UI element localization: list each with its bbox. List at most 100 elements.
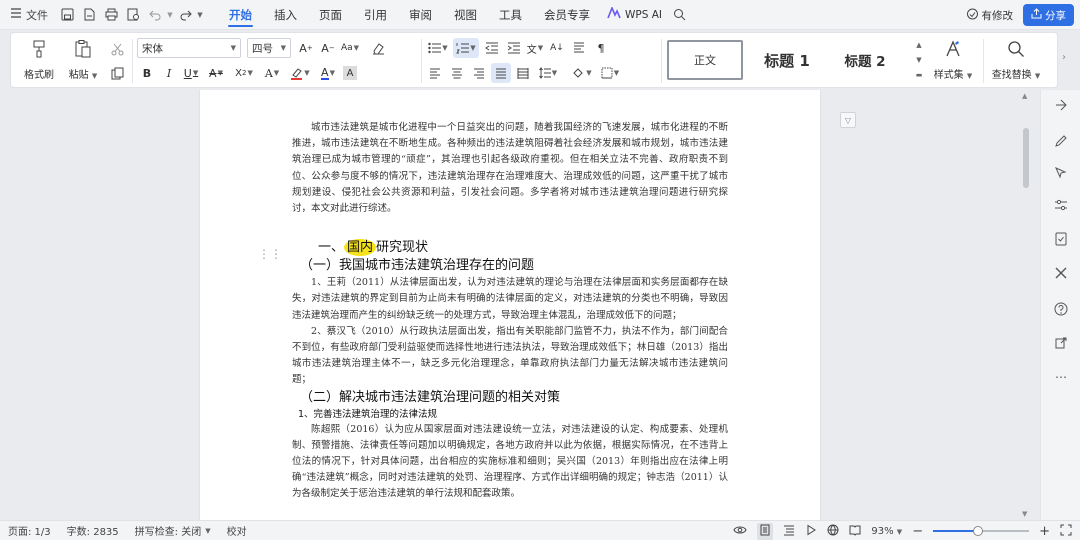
tab-insert[interactable]: 插入 (263, 0, 308, 30)
zoom-level[interactable]: 93% ▼ (871, 526, 902, 537)
more-options-icon[interactable]: ⋯ (1050, 366, 1072, 388)
export-pdf-icon[interactable] (78, 4, 100, 26)
align-left-icon[interactable] (425, 63, 445, 83)
web-view-icon[interactable] (827, 524, 839, 539)
play-icon[interactable] (805, 524, 817, 539)
shading-icon[interactable]: ▼ (569, 63, 595, 83)
style-normal[interactable]: 正文 (667, 40, 743, 80)
page-count[interactable]: 页面: 1/3 (0, 523, 59, 538)
edit-pen-icon[interactable] (1050, 130, 1072, 152)
revision-button[interactable]: 有修改 (962, 4, 1018, 26)
proofread[interactable]: 校对 (219, 523, 255, 538)
vertical-scrollbar[interactable]: ▲ ▼ (1020, 90, 1034, 520)
file-menu-label: 文件 (26, 8, 48, 22)
tab-member[interactable]: 会员专享 (533, 0, 601, 30)
text-effect-icon[interactable]: A ▼ (259, 63, 285, 83)
share-link-icon[interactable] (1050, 332, 1072, 354)
save-icon[interactable] (56, 4, 78, 26)
clear-format-icon[interactable] (368, 38, 388, 58)
tab-references[interactable]: 引用 (353, 0, 398, 30)
bullet-list-icon[interactable]: ▼ (425, 38, 451, 58)
styles-set-button[interactable]: 样式集 ▼ (927, 37, 979, 81)
ribbon-scroll-right-icon[interactable]: › (1062, 52, 1066, 63)
tab-tools[interactable]: 工具 (488, 0, 533, 30)
align-center-icon[interactable] (447, 63, 467, 83)
document-check-icon[interactable] (1050, 228, 1072, 250)
select-cursor-icon[interactable] (1050, 162, 1072, 184)
expand-icon[interactable]: ▬ (916, 71, 923, 79)
share-button[interactable]: 分享 (1023, 4, 1074, 26)
underline-icon[interactable]: U ▼ (181, 63, 201, 83)
scroll-thumb[interactable] (1023, 128, 1029, 188)
chinese-layout-icon[interactable]: 文 ▼ (525, 38, 545, 58)
cut-icon[interactable] (107, 39, 127, 59)
styles-scroll[interactable]: ▲ ▼ ▬ (913, 37, 925, 83)
tools-icon[interactable] (1050, 262, 1072, 284)
decrease-indent-icon[interactable] (481, 38, 501, 58)
fit-window-icon[interactable] (1060, 524, 1072, 539)
reading-view-icon[interactable] (849, 524, 861, 539)
font-name-select[interactable]: 宋体 ▼ (137, 38, 241, 58)
collapse-sidebar-icon[interactable] (1050, 94, 1072, 116)
paragraph-mark-icon[interactable]: ¶ (591, 38, 611, 58)
show-marks-icon[interactable] (569, 38, 589, 58)
increase-indent-icon[interactable] (503, 38, 523, 58)
align-right-icon[interactable] (469, 63, 489, 83)
chevron-down-icon[interactable]: ▼ (916, 56, 921, 64)
print-icon[interactable] (100, 4, 122, 26)
zoom-slider-knob[interactable] (973, 526, 984, 536)
italic-icon[interactable]: I (159, 63, 179, 83)
paste-button[interactable]: 粘贴 ▼ (61, 37, 105, 81)
find-replace-button[interactable]: 查找替换 ▼ (987, 37, 1045, 81)
eye-protection-icon[interactable] (733, 524, 747, 539)
zoom-out-icon[interactable]: − (912, 524, 923, 539)
outline-view-icon[interactable] (783, 524, 795, 539)
tab-review[interactable]: 审阅 (398, 0, 443, 30)
bold-icon[interactable]: B (137, 63, 157, 83)
grow-font-icon[interactable]: A + (296, 38, 316, 58)
help-icon[interactable] (1050, 298, 1072, 320)
numbered-list-icon[interactable]: ▼ (453, 38, 479, 58)
spell-check[interactable]: 拼写检查: 关闭 ▼ (127, 523, 219, 539)
superscript-icon[interactable]: X 2 ▼ (231, 63, 257, 83)
align-justify-icon[interactable] (491, 63, 511, 83)
format-painter-button[interactable]: 格式刷 (17, 37, 61, 81)
change-case-icon[interactable]: Aa ▼ (340, 38, 360, 58)
undo-icon[interactable] (144, 4, 166, 26)
scroll-up-icon[interactable]: ▲ (1022, 92, 1027, 100)
word-count[interactable]: 字数: 2835 (59, 523, 127, 538)
file-menu[interactable]: 文件 (0, 0, 56, 30)
font-size-select[interactable]: 四号 ▼ (247, 38, 291, 58)
paragraph-1: 1、王莉（2011）从法律层面出发，认为对违法建筑的理论与治理在法律层面和实务层… (292, 277, 728, 321)
adjust-icon[interactable] (1050, 194, 1072, 216)
font-color-icon[interactable]: A ▼ (315, 63, 341, 83)
tab-view[interactable]: 视图 (443, 0, 488, 30)
search-icon[interactable] (668, 4, 690, 26)
char-shading-icon[interactable]: A (343, 66, 357, 80)
redo-dropdown-icon[interactable]: ▼ (196, 0, 204, 30)
wps-ai-button[interactable]: WPS AI (601, 5, 668, 22)
line-spacing-icon[interactable]: ▼ (535, 63, 561, 83)
distributed-icon[interactable] (513, 63, 533, 83)
highlight-icon[interactable]: ▼ (287, 63, 313, 83)
strikethrough-icon[interactable]: A ▼ (203, 63, 229, 83)
redo-icon[interactable] (174, 4, 196, 26)
shrink-font-icon[interactable]: A − (318, 38, 338, 58)
style-heading-2[interactable]: 标题 2 (831, 40, 899, 80)
page-view-icon[interactable] (757, 522, 774, 540)
tab-home[interactable]: 开始 (218, 0, 263, 30)
borders-icon[interactable]: ▼ (597, 63, 623, 83)
copy-icon[interactable] (107, 63, 127, 83)
drag-handle-icon[interactable]: ⋮⋮ (258, 247, 282, 261)
chevron-up-icon[interactable]: ▲ (916, 41, 921, 49)
document-page[interactable]: ⋮⋮ 城市违法建筑是城市化进程中一个日益突出的问题，随着我国经济的飞速发展，城市… (200, 90, 820, 520)
sort-icon[interactable]: A↓ (547, 38, 567, 58)
zoom-slider[interactable] (933, 526, 1030, 536)
tab-layout[interactable]: 页面 (308, 0, 353, 30)
scroll-down-icon[interactable]: ▼ (1022, 510, 1027, 518)
undo-dropdown-icon[interactable]: ▼ (166, 0, 174, 30)
zoom-in-icon[interactable]: + (1039, 524, 1050, 539)
style-heading-1[interactable]: 标题 1 (747, 40, 827, 80)
collapse-arrow-icon[interactable]: ▽ (840, 112, 856, 128)
print-preview-icon[interactable] (122, 4, 144, 26)
